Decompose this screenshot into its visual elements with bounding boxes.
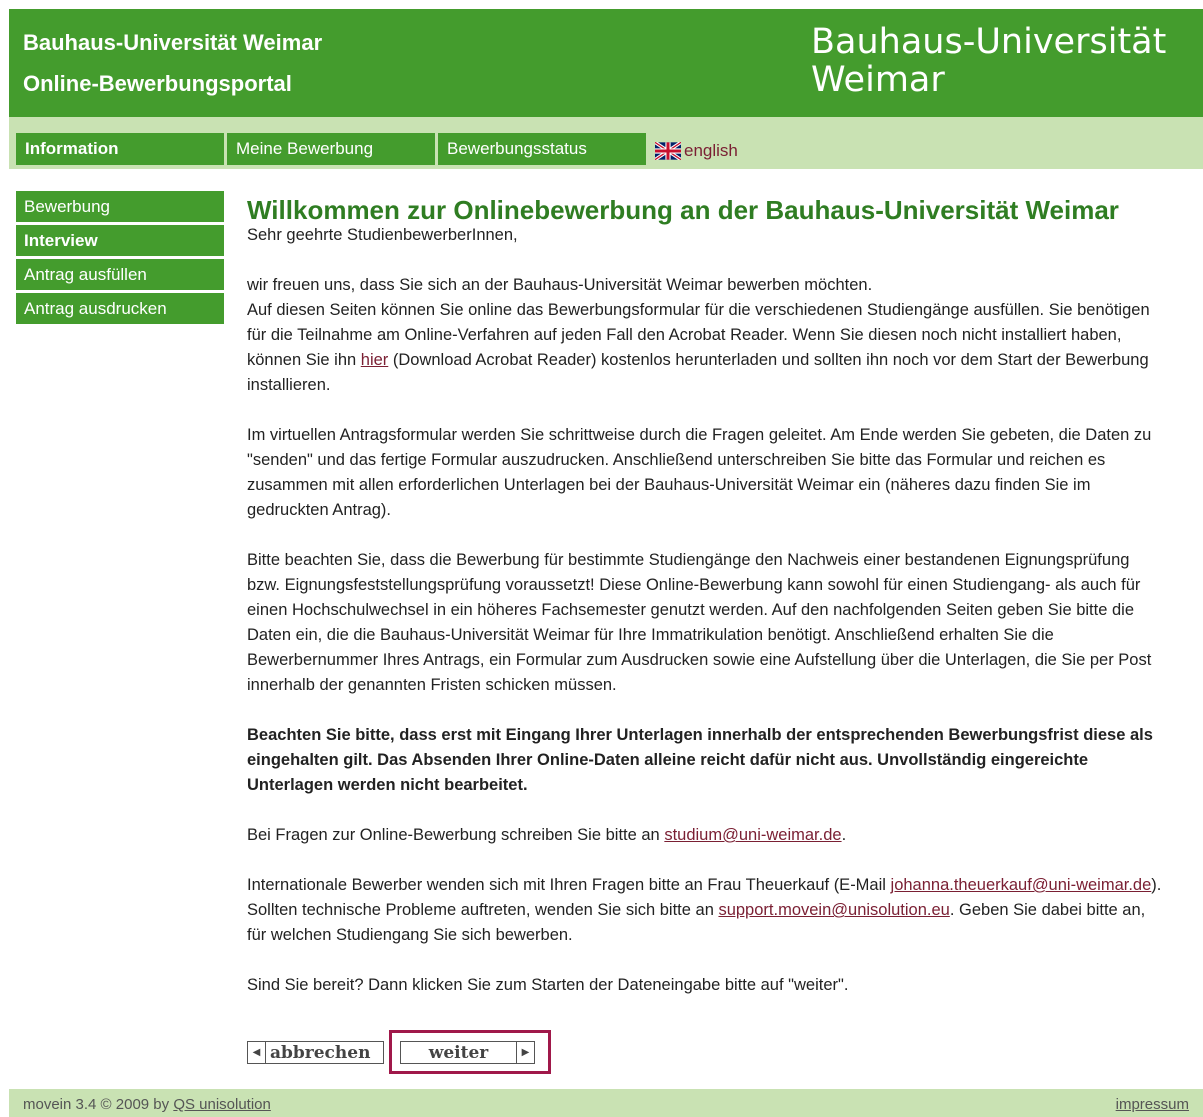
footer-copyright-text: movein 3.4 © 2009 by xyxy=(23,1096,174,1113)
logo-line2: Weimar xyxy=(811,60,945,100)
arrow-left-icon: ◀ xyxy=(248,1042,266,1063)
deadline-notice: Beachten Sie bitte, dass erst mit Eingan… xyxy=(247,726,1153,794)
impressum-link[interactable]: impressum xyxy=(1116,1096,1189,1113)
sidebar: Bewerbung Interview Antrag ausfüllen Ant… xyxy=(16,191,224,327)
acrobat-paragraph: Auf diesen Seiten können Sie online das … xyxy=(247,298,1167,398)
main-content: Willkommen zur Onlinebewerbung an der Ba… xyxy=(247,197,1167,998)
top-navigation: Information Meine Bewerbung Bewerbungsst… xyxy=(9,117,1203,169)
header: Bauhaus-Universität Weimar Online-Bewerb… xyxy=(9,9,1203,117)
sidebar-item-interview[interactable]: Interview xyxy=(16,225,224,256)
footer-qs-link[interactable]: QS unisolution xyxy=(173,1096,271,1113)
requirements-paragraph: Bitte beachten Sie, dass die Bewerbung f… xyxy=(247,551,1152,694)
header-university-name: Bauhaus-Universität Weimar xyxy=(23,30,323,55)
greeting: Sehr geehrte StudienbewerberInnen, xyxy=(247,226,518,244)
support-email-link[interactable]: support.movein@unisolution.eu xyxy=(718,901,949,919)
form-process-paragraph: Im virtuellen Antragsformular werden Sie… xyxy=(247,426,1152,519)
tab-meine-bewerbung[interactable]: Meine Bewerbung xyxy=(227,133,435,165)
contact-text-b: . xyxy=(841,826,847,844)
sidebar-item-antrag-ausfuellen[interactable]: Antrag ausfüllen xyxy=(16,259,224,290)
theuerkauf-email-link[interactable]: johanna.theuerkauf@uni-weimar.de xyxy=(891,876,1152,894)
intro-paragraph: wir freuen uns, dass Sie sich an der Bau… xyxy=(247,273,1167,398)
language-switch[interactable]: english xyxy=(655,141,738,161)
uk-flag-icon xyxy=(655,142,681,160)
ready-prompt: Sind Sie bereit? Dann klicken Sie zum St… xyxy=(247,976,849,994)
contact-text-a: Bei Fragen zur Online-Bewerbung schreibe… xyxy=(247,826,665,844)
international-text-a: Internationale Bewerber wenden sich mit … xyxy=(247,876,891,894)
contact-paragraph: Bei Fragen zur Online-Bewerbung schreibe… xyxy=(247,823,1167,848)
acrobat-download-link[interactable]: hier xyxy=(361,351,389,369)
sidebar-item-bewerbung[interactable]: Bewerbung xyxy=(16,191,224,222)
next-button-highlight xyxy=(389,1030,551,1074)
studium-email-link[interactable]: studium@uni-weimar.de xyxy=(664,826,841,844)
tab-bewerbungsstatus[interactable]: Bewerbungsstatus xyxy=(438,133,646,165)
page-frame: Bauhaus-Universität Weimar Online-Bewerb… xyxy=(9,9,1203,1117)
page-title: Willkommen zur Onlinebewerbung an der Ba… xyxy=(247,195,1119,225)
sidebar-item-antrag-ausdrucken[interactable]: Antrag ausdrucken xyxy=(16,293,224,324)
header-portal-name: Online-Bewerbungsportal xyxy=(23,71,292,96)
footer-copyright: movein 3.4 © 2009 by QS unisolution xyxy=(23,1096,271,1113)
footer: movein 3.4 © 2009 by QS unisolution impr… xyxy=(9,1089,1203,1117)
international-paragraph: Internationale Bewerber wenden sich mit … xyxy=(247,873,1167,948)
intro-line: wir freuen uns, dass Sie sich an der Bau… xyxy=(247,276,873,294)
cancel-button-label: abbrechen xyxy=(270,1042,371,1063)
language-label: english xyxy=(684,141,738,160)
university-logo: Bauhaus-Universität Weimar xyxy=(811,23,1166,99)
logo-line1: Bauhaus-Universität xyxy=(811,22,1167,62)
tab-information[interactable]: Information xyxy=(16,133,224,165)
cancel-button[interactable]: ◀ abbrechen xyxy=(247,1041,384,1064)
